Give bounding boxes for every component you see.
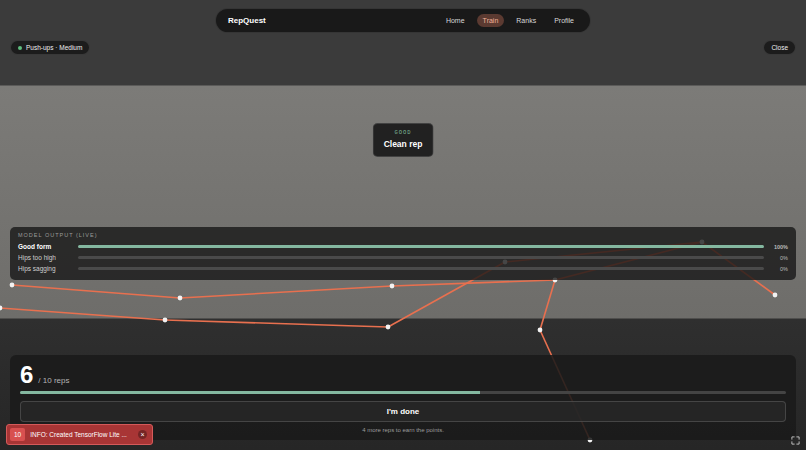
live-dot-icon [18,46,22,50]
pose-link [392,280,555,286]
model-row: Good form100% [18,241,788,252]
nav-tab[interactable]: Profile [548,14,580,27]
pose-link [165,320,388,327]
model-row: Hips too high0% [18,252,788,263]
nav-tab[interactable]: Home [440,14,471,27]
log-count: 10 [10,428,25,441]
train-screen: RepQuest Home Train Ranks Profile Push-ups ·… [0,0,806,450]
pose-link [540,280,555,330]
pose-keypoint [386,325,391,330]
score-bar [78,245,764,248]
nav-tab[interactable]: Ranks [510,14,542,27]
pose-link [12,285,180,298]
model-row: Hips sagging0% [18,263,788,274]
rep-count: 6 [20,362,33,388]
pose-keypoint [163,318,168,323]
rep-progress [20,391,786,394]
log-close-button[interactable]: × [138,430,147,439]
done-button[interactable]: I'm done [20,401,786,422]
top-nav: RepQuest Home Train Ranks Profile [215,8,591,33]
pose-keypoint [390,284,395,289]
pose-link [180,286,392,298]
panel-title: MODEL OUTPUT (LIVE) [18,232,788,238]
close-button[interactable]: Close [763,40,796,55]
score-bar [78,267,764,270]
rep-target: / 10 reps [38,376,69,385]
pose-link [0,308,165,320]
nav-tab[interactable]: Train [477,14,505,27]
session-badge: Push-ups · Medium [10,40,90,55]
pose-keypoint [178,296,183,301]
pose-keypoint [10,283,15,288]
pose-keypoint [538,328,543,333]
model-output-panel: MODEL OUTPUT (LIVE) Good form100%Hips too… [10,227,796,280]
fullscreen-icon[interactable] [791,436,800,445]
app-logo[interactable]: RepQuest [228,16,266,25]
log-toast: 10INFO: Created TensorFlow Lite ...× [6,424,153,445]
score-bar [78,256,764,259]
pose-keypoint [0,306,2,311]
feedback-toast: GOODClean rep [373,123,434,157]
pose-keypoint [773,293,778,298]
